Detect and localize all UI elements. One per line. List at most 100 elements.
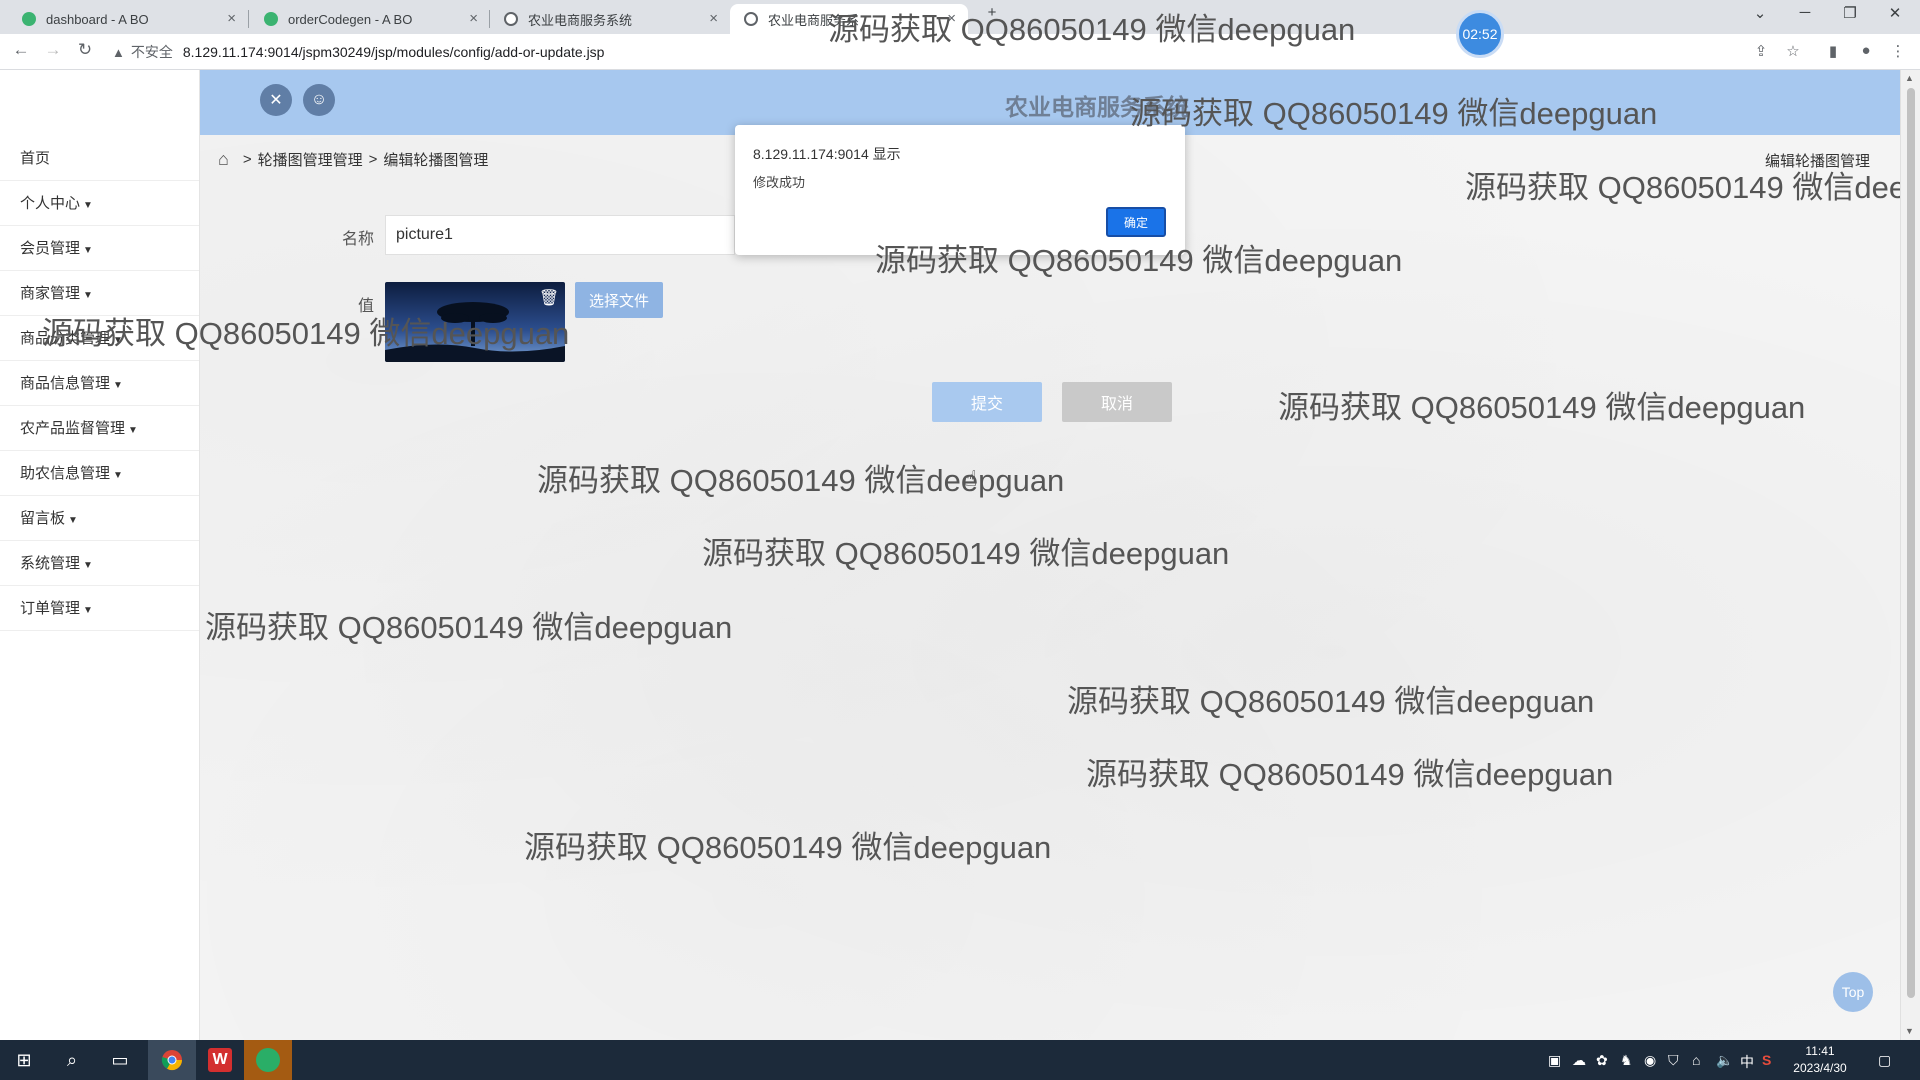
menu-dots-icon[interactable]: ⋮ [1887, 42, 1909, 60]
wps-icon[interactable]: W [196, 1040, 244, 1080]
sidebar-item-members[interactable]: 会员管理 ▼ [0, 226, 199, 271]
caret-down-icon: ▼ [68, 515, 78, 526]
recording-timer: 02:52 [1456, 10, 1504, 58]
cloud-icon[interactable]: ☁ [1572, 1052, 1586, 1069]
browser-tab[interactable]: orderCodegen - A BO × [250, 4, 488, 34]
share-icon[interactable]: ⇪ [1750, 42, 1772, 60]
clock-time: 11:41 [1805, 1044, 1835, 1058]
caret-down-icon: ▼ [128, 425, 138, 436]
volume-icon[interactable]: 🔈 [1716, 1052, 1733, 1069]
watermark: 源码获取 QQ86050149 微信deepguan [1067, 684, 1595, 719]
tab-title: 农业电商服务系统 [528, 12, 633, 28]
watermark: 源码获取 QQ86050149 微信deepguan [875, 243, 1403, 278]
sidebar-item-orders[interactable]: 订单管理 ▼ [0, 586, 199, 631]
watermark: 源码获取 QQ86050149 微信deepguan [1130, 96, 1658, 131]
watermark: 源码获取 QQ86050149 微信deepguan [524, 830, 1052, 865]
watermark: 源码获取 QQ86050149 微信deepguan [1465, 170, 1900, 205]
minimize-icon[interactable]: ─ [1785, 4, 1825, 21]
alert-origin: 8.129.11.174:9014 显示 [753, 146, 901, 162]
caret-down-icon: ▼ [113, 380, 123, 391]
caret-down-icon: ▼ [83, 200, 93, 211]
caret-down-icon: ▼ [83, 605, 93, 616]
close-icon[interactable]: × [227, 10, 236, 27]
page-scrollbar[interactable]: ▲ ▼ [1900, 70, 1920, 1040]
wechat-tray-icon[interactable]: ◉ [1644, 1052, 1656, 1069]
sidebar-item-personal-center[interactable]: 个人中心 ▼ [0, 181, 199, 226]
system-clock[interactable]: 11:41 2023/4/30 [1775, 1043, 1865, 1077]
caret-down-icon: ▼ [113, 470, 123, 481]
tab-title: dashboard - A BO [46, 11, 149, 27]
alert-message: 修改成功 [753, 175, 806, 190]
close-icon[interactable]: × [469, 10, 478, 27]
tab-favicon-icon [264, 12, 278, 26]
name-field[interactable] [385, 215, 735, 255]
tab-title: orderCodegen - A BO [288, 11, 413, 27]
watermark: 源码获取 QQ86050149 微信deepguan [42, 316, 570, 351]
side-panel-icon[interactable]: ▮ [1822, 42, 1844, 60]
tray-app-icon[interactable]: ♞ [1620, 1052, 1633, 1069]
caret-down-icon: ▼ [83, 245, 93, 256]
watermark: 源码获取 QQ86050149 微信deepguan [828, 12, 1356, 47]
choose-file-button[interactable]: 选择文件 [575, 282, 663, 318]
caret-down-icon: ▼ [83, 560, 93, 571]
breadcrumb-level1[interactable]: 轮播图管理管理 [258, 149, 363, 170]
scroll-down-icon[interactable]: ▼ [1905, 1026, 1914, 1036]
sidebar-item-message-board[interactable]: 留言板 ▼ [0, 496, 199, 541]
watermark: 源码获取 QQ86050149 微信deepguan [1086, 757, 1614, 792]
shield-icon[interactable]: ⛉ [1668, 1052, 1679, 1069]
taskbar: ⊞ ⌕ ▭ W ▣ ☁ ✿ ♞ ◉ ⛉ ⌂ 🔈 中 S 11:41 2023/4… [0, 1040, 1920, 1080]
fullscreen-icon[interactable]: ✕ [260, 84, 292, 116]
tab-favicon-icon [22, 12, 36, 26]
chrome-icon[interactable] [148, 1040, 196, 1080]
sidebar-item-product-info[interactable]: 商品信息管理 ▼ [0, 361, 199, 406]
notification-icon[interactable]: ▢ [1878, 1052, 1891, 1069]
network-icon[interactable]: ⌂ [1692, 1052, 1700, 1068]
task-view-icon[interactable]: ▭ [96, 1040, 144, 1080]
tray-app-icon[interactable]: ▣ [1548, 1052, 1561, 1069]
tab-search-chevron-icon[interactable]: ⌄ [1740, 4, 1780, 22]
close-icon[interactable]: × [709, 10, 718, 27]
globe-icon [744, 12, 758, 26]
caret-down-icon: ▼ [83, 290, 93, 301]
cancel-button[interactable]: 取消 [1062, 382, 1172, 422]
clock-date: 2023/4/30 [1793, 1061, 1847, 1075]
watermark: 源码获取 QQ86050149 微信deepguan [702, 536, 1230, 571]
bookmark-star-icon[interactable]: ☆ [1782, 42, 1804, 60]
restore-icon[interactable]: ❐ [1830, 4, 1870, 22]
alert-ok-button[interactable]: 确定 [1106, 207, 1166, 237]
name-label: 名称 [342, 231, 375, 248]
sogou-icon[interactable]: S [1762, 1052, 1771, 1068]
ime-indicator[interactable]: 中 [1740, 1052, 1754, 1072]
user-icon[interactable]: ☺ [303, 84, 335, 116]
close-window-icon[interactable]: ✕ [1875, 4, 1915, 22]
search-icon[interactable]: ⌕ [48, 1040, 96, 1080]
scroll-up-icon[interactable]: ▲ [1905, 73, 1914, 83]
sidebar: 首页 个人中心 ▼ 会员管理 ▼ 商家管理 ▼ 商品分类管理 ▼ 商品信息管理 ▼ 农产品… [0, 70, 200, 1040]
url-text: 8.129.11.174:9014/jspm30249/jsp/modules/… [182, 44, 605, 60]
browser-tab[interactable]: dashboard - A BO × [8, 4, 246, 34]
sidebar-item-system[interactable]: 系统管理 ▼ [0, 541, 199, 586]
watermark: 源码获取 QQ86050149 微信deepguan [205, 610, 733, 645]
back-to-top-button[interactable]: Top [1833, 972, 1873, 1012]
sidebar-item-produce-supervision[interactable]: 农产品监督管理 ▼ [0, 406, 199, 451]
windows-start-icon[interactable]: ⊞ [0, 1040, 48, 1080]
home-icon[interactable]: ⌂ [218, 149, 229, 170]
scroll-thumb[interactable] [1907, 88, 1915, 998]
insecure-label: 不安全 [130, 44, 173, 60]
profile-icon[interactable]: ● [1855, 42, 1877, 59]
forward-icon[interactable]: → [40, 40, 66, 60]
watermark: 源码获取 QQ86050149 微信deepguan [537, 463, 1065, 498]
wechat-icon[interactable] [244, 1040, 292, 1080]
browser-tab[interactable]: 农业电商服务系统 × [490, 4, 728, 34]
reload-icon[interactable]: ↻ [72, 40, 98, 60]
sidebar-item-home[interactable]: 首页 [0, 136, 199, 181]
sidebar-item-farm-aid-info[interactable]: 助农信息管理 ▼ [0, 451, 199, 496]
breadcrumb-level2: 编辑轮播图管理 [383, 151, 489, 169]
globe-icon [504, 12, 518, 26]
submit-button[interactable]: 提交 [932, 382, 1042, 422]
warning-icon: ▲ [112, 44, 125, 60]
tray-app-icon[interactable]: ✿ [1596, 1052, 1608, 1069]
watermark: 源码获取 QQ86050149 微信deepguan [1278, 390, 1806, 425]
back-icon[interactable]: ← [8, 40, 34, 60]
web-page: ✕ ☺ 农业电商服务系统 首页 个人中心 ▼ 会员管理 ▼ 商家管理 ▼ 商品分类管理… [0, 70, 1900, 1040]
